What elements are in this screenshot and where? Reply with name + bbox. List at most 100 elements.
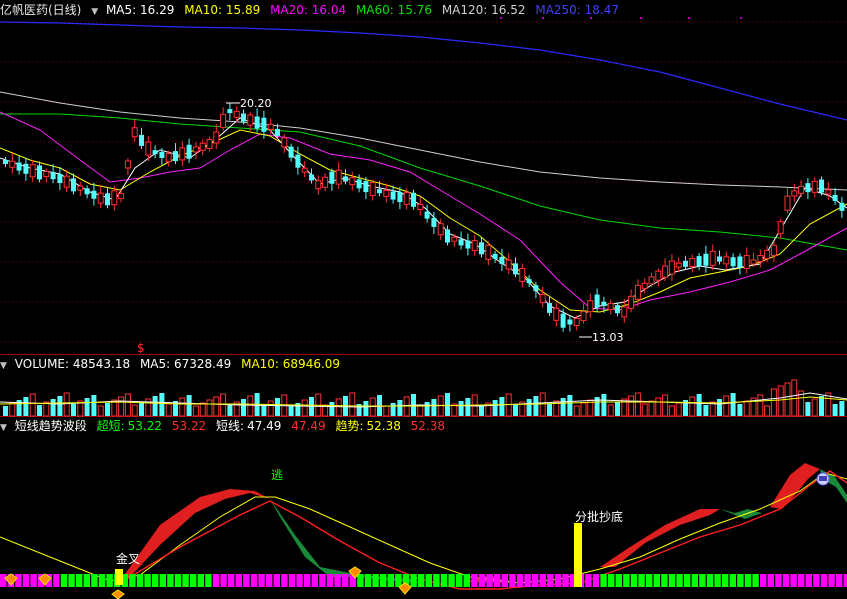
volume-bar — [179, 397, 186, 417]
signal-cell — [76, 574, 83, 587]
volume-bar — [764, 405, 771, 417]
candle-body — [173, 151, 178, 162]
signal-cell — [129, 574, 136, 587]
signal-cell — [380, 574, 387, 587]
signal-cell — [319, 574, 326, 587]
volume-bar — [832, 404, 838, 416]
volume-bar — [301, 399, 308, 417]
signal-cell — [471, 574, 478, 587]
candle-body — [437, 223, 444, 236]
candle-body — [50, 172, 56, 180]
candle-body — [343, 176, 348, 182]
candle-body — [594, 294, 600, 308]
candle-body — [668, 260, 675, 275]
indicator-trend-line — [0, 472, 847, 584]
candle-body — [539, 294, 546, 304]
volume-bar — [213, 396, 220, 417]
signal-cell — [767, 574, 774, 587]
candle-body — [152, 150, 158, 155]
signal-cell — [197, 574, 204, 587]
volume-bar — [139, 402, 144, 416]
signal-cell — [501, 574, 508, 587]
signal-cell — [228, 574, 235, 587]
volume-bar — [105, 403, 110, 416]
indicator-chart[interactable]: 分批抄底 逃 金叉 — [0, 417, 847, 599]
candle-body — [479, 242, 484, 255]
signal-cell — [744, 574, 752, 587]
signal-cell — [547, 574, 554, 587]
volume-bar — [417, 404, 424, 417]
signal-cell — [418, 574, 425, 587]
signal-cell — [395, 574, 402, 587]
candle-body — [91, 190, 97, 199]
volume-bar — [335, 398, 342, 417]
volume-bar — [770, 388, 777, 417]
volume-bar — [131, 404, 138, 417]
price-grid — [0, 21, 847, 343]
candle-body — [730, 257, 736, 267]
signal-cell — [250, 574, 258, 587]
volume-bar — [499, 397, 505, 416]
volume-bar — [696, 394, 702, 416]
candle-body — [560, 313, 566, 328]
volume-bar — [513, 405, 518, 416]
signal-cell — [661, 574, 668, 587]
signal-cell — [691, 574, 698, 587]
volume-bar — [403, 396, 410, 417]
candle-body — [567, 319, 573, 325]
signal-cell — [152, 574, 159, 587]
candle-body — [71, 178, 76, 192]
signal-cell — [820, 574, 828, 587]
volume-chart[interactable] — [0, 355, 847, 417]
volume-bar — [445, 393, 450, 416]
signal-cell — [60, 574, 68, 587]
candle-body — [723, 256, 730, 265]
candle-body — [819, 179, 824, 193]
candle-body — [363, 181, 369, 193]
volume-bar — [839, 401, 845, 416]
volume-bar — [492, 400, 498, 416]
candle-body — [424, 211, 430, 219]
candle-body — [737, 256, 743, 268]
candle-body — [770, 244, 777, 256]
signal-cell — [258, 574, 265, 587]
candle-body — [764, 249, 771, 259]
volume-bar — [383, 405, 390, 417]
volume-bar — [152, 396, 158, 416]
signal-cell — [668, 574, 676, 587]
signal-cell — [136, 574, 144, 587]
signal-cell — [357, 574, 364, 587]
grid-dots — [500, 17, 742, 19]
volume-bar — [560, 398, 566, 416]
volume-bar — [199, 402, 206, 417]
candle-body — [139, 134, 144, 146]
low-price-label: 13.03 — [592, 331, 624, 344]
candle-body — [315, 180, 322, 190]
candle-body — [411, 192, 416, 207]
candle-body — [417, 203, 424, 210]
signal-cell — [813, 574, 820, 587]
candle-body — [111, 190, 118, 206]
signal-cell — [182, 574, 189, 587]
high-annotation: 20.20 — [226, 97, 272, 110]
signal-cell — [243, 574, 250, 587]
volume-bar — [206, 399, 213, 417]
candle-body — [580, 311, 587, 322]
golden-cross-bar — [115, 569, 123, 585]
signal-cell — [539, 574, 546, 587]
candle-body — [220, 113, 227, 128]
candle-body — [16, 162, 22, 171]
low-annotation: 13.03 — [579, 331, 624, 344]
signal-cell — [326, 574, 334, 587]
signal-cell — [30, 574, 37, 587]
price-chart[interactable]: 20.20 13.03 $ — [0, 0, 847, 354]
volume-bar — [675, 402, 682, 417]
signal-cell — [448, 574, 455, 587]
candle-body — [403, 191, 410, 205]
candle-body — [105, 193, 110, 206]
signal-cell — [676, 574, 683, 587]
candle-body — [247, 114, 254, 126]
candle-body — [615, 305, 620, 314]
candle-body — [743, 255, 750, 269]
volume-bar — [424, 402, 430, 416]
